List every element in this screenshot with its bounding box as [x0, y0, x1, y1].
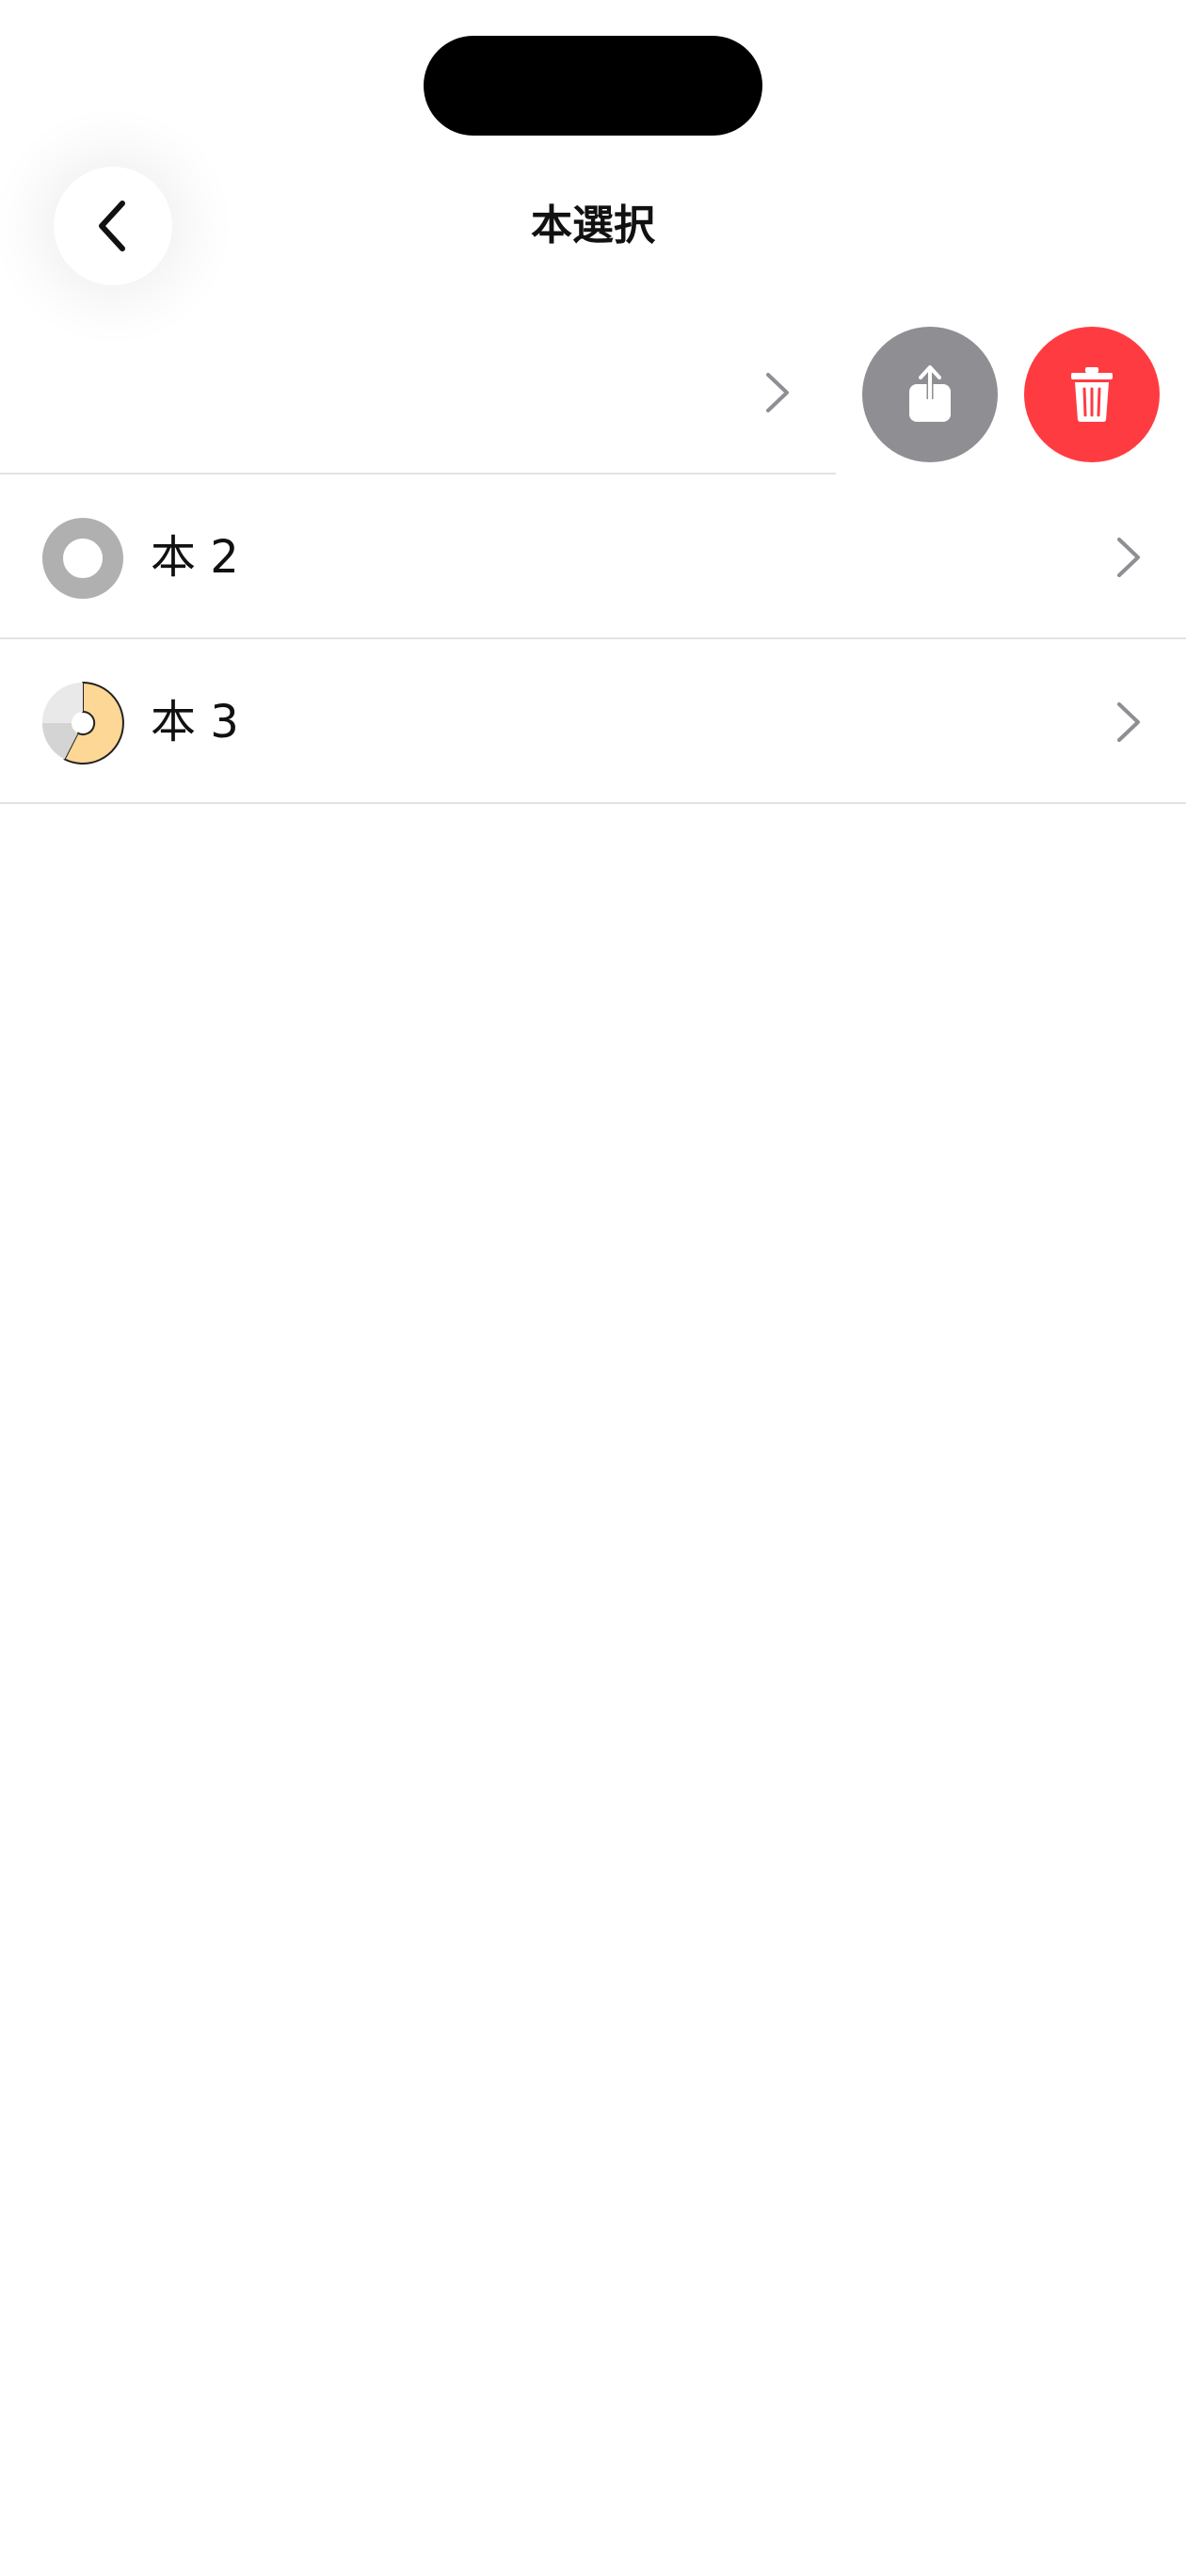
list-item[interactable]: 本 2: [0, 475, 1186, 639]
share-button[interactable]: [862, 327, 998, 462]
row-divider: [0, 473, 836, 475]
row-divider: [0, 802, 1186, 804]
empty-progress-ring-icon: [42, 518, 123, 599]
chevron-right-icon: [1117, 538, 1140, 577]
partial-progress-ring-icon: [41, 682, 124, 765]
trash-icon: [1071, 367, 1113, 422]
share-icon: [909, 365, 951, 422]
dynamic-island: [424, 36, 762, 136]
chevron-right-icon: [766, 373, 789, 412]
chevron-right-icon: [1117, 702, 1140, 742]
list-item-swiped[interactable]: [0, 311, 1186, 475]
book-title: 本 3: [151, 696, 239, 749]
delete-button[interactable]: [1024, 327, 1160, 462]
page-title: 本選択: [531, 201, 655, 250]
list-item[interactable]: 本 3: [0, 640, 1186, 804]
row-divider: [0, 637, 1186, 639]
book-title: 本 2: [151, 531, 239, 584]
